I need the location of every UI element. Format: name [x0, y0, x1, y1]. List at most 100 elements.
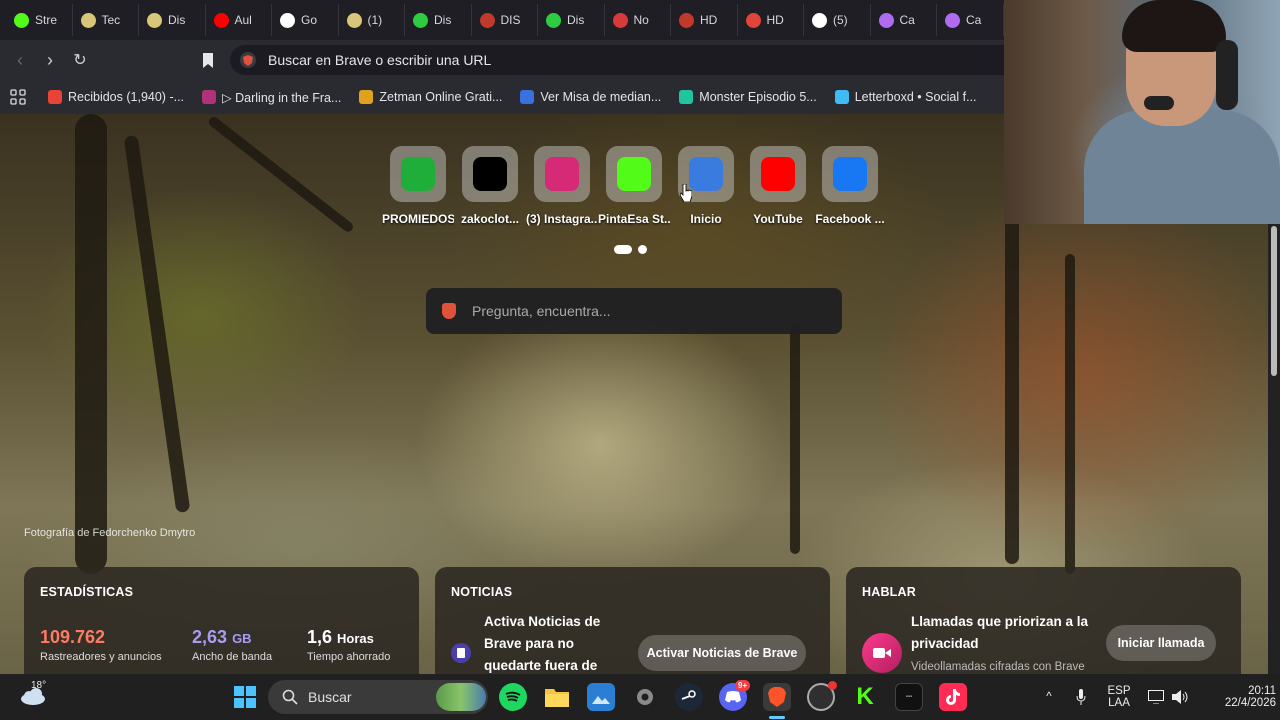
photos-icon[interactable]: [587, 683, 615, 711]
tray-chevron-icon[interactable]: ^: [1040, 674, 1058, 720]
browser-tab[interactable]: Dis: [405, 4, 472, 36]
activate-news-button[interactable]: Activar Noticias de Brave: [638, 635, 806, 671]
browser-tab[interactable]: Tec: [73, 4, 139, 36]
taskbar-search[interactable]: Buscar: [268, 680, 488, 714]
top-site-tile[interactable]: PROMIEDOS (2): [382, 146, 454, 226]
browser-tab[interactable]: Stre: [6, 4, 73, 36]
top-sites-pager[interactable]: [614, 245, 647, 254]
eye-icon: [346, 12, 362, 28]
instagram-icon: [545, 157, 579, 191]
talk-card: HABLAR Llamadas que priorizan a la priva…: [846, 567, 1241, 674]
brave-browser-icon[interactable]: [763, 683, 791, 711]
top-site-label: YouTube: [753, 212, 803, 226]
stat-time: 1,6 Horas Tiempo ahorrado: [307, 627, 391, 663]
headset-icon: [1216, 40, 1238, 110]
talk-subtext: Videollamadas cifradas con Brave: [911, 661, 1085, 673]
top-site-tile-bg: [462, 146, 518, 202]
taskbar: 18° Buscar 9+ K ▪▪▪ ^ ESP LAA 20:11 22/4…: [0, 674, 1280, 720]
forward-button[interactable]: ›: [35, 45, 65, 75]
file-explorer-icon[interactable]: [543, 683, 571, 711]
brave-search-box[interactable]: Pregunta, encuentra...: [426, 288, 842, 334]
tab-label: (5): [833, 13, 848, 27]
toolbar: ‹ › ↻ Buscar en Brave o escribir una URL: [0, 40, 1004, 80]
tiktok-icon: [473, 157, 507, 191]
top-site-label: Inicio: [690, 212, 722, 226]
top-site-tile[interactable]: PintaEsa St...: [598, 146, 670, 226]
top-site-label: PROMIEDOS (2): [382, 212, 454, 226]
bookmark-item[interactable]: Zetman Online Grati...: [359, 90, 502, 104]
bookmark-item[interactable]: Ver Misa de median...: [520, 90, 661, 104]
top-sites: PROMIEDOS (2) zakoclot... (3) Instagra...P…: [382, 146, 886, 226]
google-icon: [280, 12, 295, 28]
back-button[interactable]: ‹: [5, 45, 35, 75]
top-site-tile[interactable]: YouTube: [742, 146, 814, 226]
browser-tab[interactable]: Go: [272, 4, 339, 36]
clock[interactable]: 20:11 22/4/2026: [1198, 674, 1276, 720]
green-circle-icon: [413, 12, 428, 28]
browser-tab[interactable]: Dis: [139, 4, 206, 36]
obs-icon[interactable]: [807, 681, 837, 711]
network-icon[interactable]: [1146, 674, 1166, 720]
x-icon: [745, 12, 761, 28]
address-bar-placeholder: Buscar en Brave o escribir una URL: [268, 52, 492, 68]
browser-tab[interactable]: (1): [339, 4, 405, 36]
bookmark-item[interactable]: Letterboxd • Social f...: [834, 90, 977, 104]
language-indicator[interactable]: ESP LAA: [1103, 674, 1135, 720]
mouse-cursor-icon: [679, 183, 693, 207]
bookmark-item[interactable]: Recibidos (1,940) -...: [48, 90, 184, 104]
browser-tab[interactable]: Dis: [538, 4, 605, 36]
pager-dot[interactable]: [638, 245, 647, 254]
browser-tab[interactable]: Ca: [937, 4, 1004, 36]
tab-label: No: [633, 13, 649, 27]
active-app-indicator: [769, 716, 785, 719]
bookmark-favicon-icon: [359, 90, 374, 104]
tiktok-icon[interactable]: [939, 683, 967, 711]
brave-shield-icon[interactable]: [240, 52, 256, 68]
top-site-tile[interactable]: Facebook ...: [814, 146, 886, 226]
browser-tab[interactable]: (5): [804, 4, 871, 36]
microphone-icon[interactable]: [1072, 674, 1090, 720]
browser-tab[interactable]: DIS: [472, 4, 538, 36]
windows-start-icon[interactable]: [231, 683, 259, 711]
person-hair: [1122, 0, 1226, 52]
bookmark-icon[interactable]: [193, 45, 223, 75]
top-site-tile[interactable]: zakoclot...: [454, 146, 526, 226]
search-highlight-icon: [436, 683, 486, 711]
bookmark-favicon-icon: [48, 90, 62, 104]
taskbar-search-label: Buscar: [308, 689, 352, 705]
bookmark-favicon-icon: [834, 90, 849, 104]
tab-label: Aul: [234, 13, 252, 27]
browser-tab[interactable]: Aul: [206, 4, 272, 36]
browser-tab[interactable]: No: [605, 4, 671, 36]
red-logo-icon: [679, 12, 694, 28]
tab-label: HD: [700, 13, 718, 27]
browser-tab[interactable]: HD: [738, 4, 804, 36]
search-placeholder: Pregunta, encuentra...: [472, 303, 611, 319]
bookmark-favicon-icon: [202, 90, 217, 104]
stat-bandwidth: 2,63 GB Ancho de banda: [192, 627, 273, 663]
tab-label: Tec: [101, 13, 121, 27]
browser-tab[interactable]: Ca: [871, 4, 937, 36]
volume-icon[interactable]: [1171, 674, 1191, 720]
browser-tab[interactable]: HD: [671, 4, 738, 36]
reload-button[interactable]: ↻: [65, 45, 95, 75]
steam-icon[interactable]: [675, 683, 703, 711]
bookmark-item[interactable]: Monster Episodio 5...: [679, 90, 817, 104]
stats-card: ESTADÍSTICAS 109.762 Rastreadores y anun…: [24, 567, 419, 674]
media-app-icon[interactable]: ▪▪▪: [895, 683, 923, 711]
tab-label: HD: [766, 13, 784, 27]
address-bar[interactable]: Buscar en Brave o escribir una URL: [230, 45, 1004, 75]
page-scrollbar[interactable]: [1268, 224, 1280, 674]
spotify-icon[interactable]: [499, 683, 527, 711]
apps-grid-icon[interactable]: [10, 89, 26, 105]
kick-icon[interactable]: K: [851, 683, 879, 711]
start-call-button[interactable]: Iniciar llamada: [1106, 625, 1216, 661]
facebook-icon: [833, 157, 867, 191]
pager-dot-active[interactable]: [614, 245, 632, 254]
photo-credit[interactable]: Fotografía de Fedorchenko Dmytro: [24, 527, 195, 539]
settings-gear-icon[interactable]: [631, 683, 659, 711]
top-site-tile[interactable]: (3) Instagra...: [526, 146, 598, 226]
eye-icon: [80, 12, 96, 28]
tab-label: Dis: [168, 13, 186, 27]
bookmark-item[interactable]: ▷ Darling in the Fra...: [202, 90, 341, 105]
